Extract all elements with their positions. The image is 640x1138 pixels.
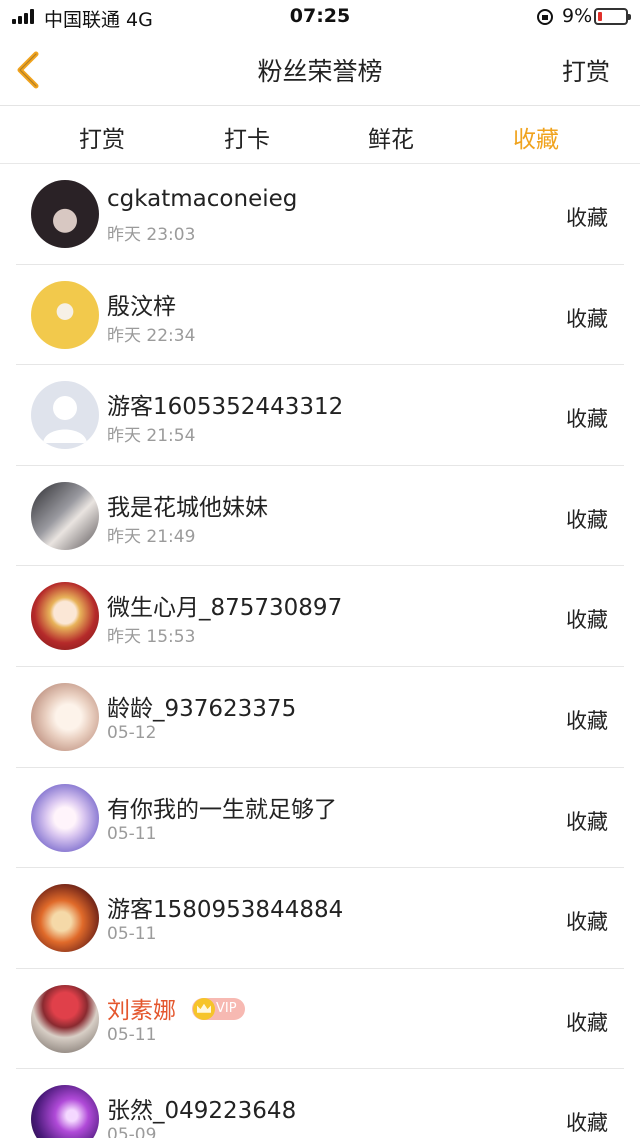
battery-percent: 9%: [562, 5, 593, 27]
reward-button[interactable]: 打赏: [562, 52, 610, 87]
list-item[interactable]: 刘素娜 VIP 05-11 收藏: [16, 969, 624, 1070]
avatar[interactable]: [31, 1085, 99, 1138]
favorite-label[interactable]: 收藏: [566, 202, 608, 232]
status-bar: 中国联通 4G 07:25 9%: [0, 0, 640, 34]
list-item[interactable]: 我是花城他妹妹 昨天 21:49 收藏: [16, 466, 624, 567]
list-item[interactable]: 游客1605352443312 昨天 21:54 收藏: [16, 365, 624, 466]
avatar[interactable]: [31, 884, 99, 953]
favorite-label[interactable]: 收藏: [566, 1107, 608, 1137]
avatar[interactable]: [31, 381, 99, 450]
tab-reward[interactable]: 打赏: [42, 120, 162, 154]
tab-checkin[interactable]: 打卡: [187, 120, 307, 154]
avatar[interactable]: [31, 984, 99, 1053]
nav-bar: 粉丝荣誉榜 打赏: [0, 34, 640, 106]
fan-name: 游客1580953844884: [107, 897, 344, 924]
avatar[interactable]: [31, 783, 99, 852]
favorite-label[interactable]: 收藏: [566, 705, 608, 735]
fan-name: 张然_049223648: [107, 1098, 297, 1125]
fan-time: 05-11: [107, 823, 157, 844]
tab-flowers[interactable]: 鲜花: [331, 120, 451, 154]
fan-name: 刘素娜: [107, 997, 176, 1024]
list-item[interactable]: 张然_049223648 05-09 收藏: [16, 1069, 624, 1138]
fan-name: 我是花城他妹妹: [107, 494, 268, 521]
avatar[interactable]: [31, 582, 99, 651]
vip-label: VIP: [216, 1000, 237, 1016]
fan-time: 昨天 23:03: [107, 225, 196, 245]
avatar[interactable]: [31, 180, 99, 248]
fan-list: cgkatmaconeieg 昨天 23:03 收藏 殷汶梓 昨天 22:34 …: [0, 164, 640, 1138]
tab-bar: 打赏 打卡 鲜花 收藏: [0, 106, 640, 164]
list-item[interactable]: 殷汶梓 昨天 22:34 收藏: [16, 265, 624, 366]
favorite-label[interactable]: 收藏: [566, 806, 608, 836]
fan-time: 昨天 15:53: [107, 627, 196, 648]
default-user-icon: [43, 396, 87, 444]
list-item[interactable]: 微生心月_875730897 昨天 15:53 收藏: [16, 566, 624, 667]
fan-name: cgkatmaconeieg: [107, 186, 298, 212]
favorite-label[interactable]: 收藏: [566, 403, 608, 433]
fan-name: 游客1605352443312: [107, 394, 344, 421]
list-item[interactable]: 龄龄_937623375 05-12 收藏: [16, 667, 624, 768]
avatar[interactable]: [31, 280, 99, 349]
favorite-label[interactable]: 收藏: [566, 604, 608, 634]
avatar[interactable]: [31, 481, 99, 550]
fan-time: 昨天 21:54: [107, 426, 196, 447]
fan-time: 05-09: [107, 1125, 157, 1138]
tab-favorites[interactable]: 收藏: [476, 120, 596, 154]
list-item[interactable]: 游客1580953844884 05-11 收藏: [16, 868, 624, 969]
avatar[interactable]: [31, 682, 99, 751]
favorite-label[interactable]: 收藏: [566, 303, 608, 333]
fan-time: 昨天 22:34: [107, 325, 196, 346]
crown-icon: [193, 997, 215, 1020]
fan-time: 05-12: [107, 722, 157, 743]
favorite-label[interactable]: 收藏: [566, 906, 608, 936]
fan-time: 05-11: [107, 924, 157, 945]
vip-badge: VIP: [192, 997, 245, 1020]
favorite-label[interactable]: 收藏: [566, 1007, 608, 1037]
fan-name: 微生心月_875730897: [107, 595, 343, 622]
page-title: 粉丝荣誉榜: [257, 57, 383, 86]
fan-name: 有你我的一生就足够了: [107, 796, 337, 823]
fan-name: 殷汶梓: [107, 293, 176, 320]
favorite-label[interactable]: 收藏: [566, 504, 608, 534]
fan-time: 昨天 21:49: [107, 526, 196, 547]
list-item[interactable]: 有你我的一生就足够了 05-11 收藏: [16, 768, 624, 869]
fan-time: 05-11: [107, 1024, 157, 1045]
fan-name: 龄龄_937623375: [107, 695, 297, 722]
list-item[interactable]: cgkatmaconeieg 昨天 23:03 收藏: [16, 164, 624, 265]
orientation-lock-icon: [537, 9, 553, 25]
battery-icon: [594, 8, 631, 25]
